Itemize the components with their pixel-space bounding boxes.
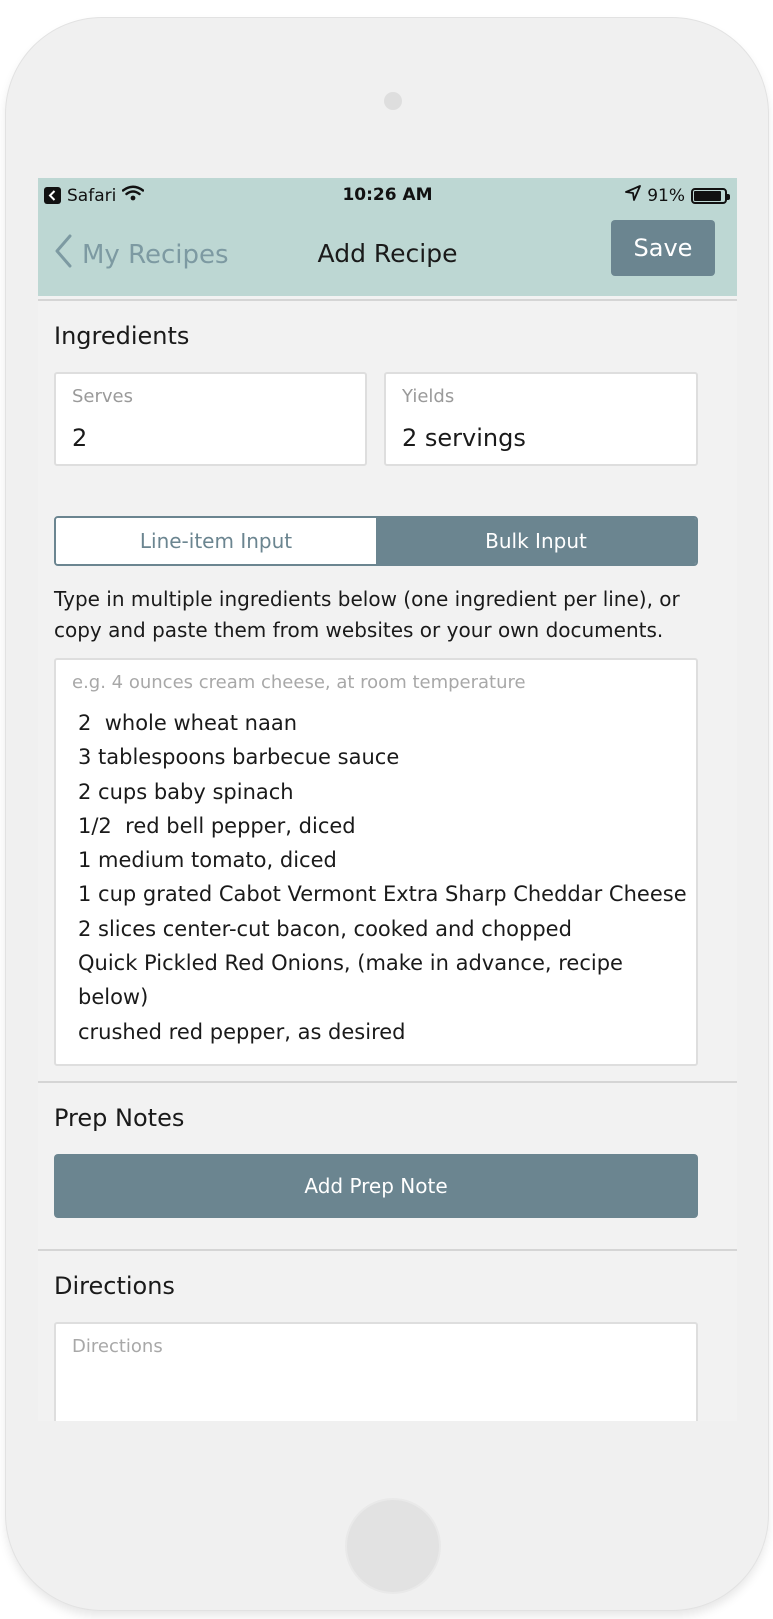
directions-textarea[interactable]: Directions xyxy=(54,1322,698,1421)
ingredient-line: 1/2 red bell pepper, diced xyxy=(78,813,356,838)
tab-bulk-input[interactable]: Bulk Input xyxy=(376,518,696,564)
save-button[interactable]: Save xyxy=(611,220,715,276)
battery-fill xyxy=(694,190,722,201)
ingredient-line: 1 cup grated Cabot Vermont Extra Sharp C… xyxy=(78,882,687,907)
add-prep-note-button[interactable]: Add Prep Note xyxy=(54,1154,698,1218)
section-divider xyxy=(38,299,737,301)
tab-line-item-input[interactable]: Line-item Input xyxy=(56,518,376,564)
ingredient-line: 3 tablespoons barbecue sauce xyxy=(78,745,400,770)
ingredient-line: 2 whole wheat naan xyxy=(78,711,298,735)
input-mode-toggle: Line-item Input Bulk Input xyxy=(54,516,698,566)
nav-bar: My Recipes Add Recipe Save xyxy=(38,214,737,296)
directions-title: Directions xyxy=(54,1272,175,1300)
status-bar: Safari 10:26 AM 91% xyxy=(38,178,737,214)
serves-field[interactable]: Serves 2 xyxy=(54,372,367,466)
ingredient-line: 2 cups baby spinach xyxy=(78,779,294,804)
bulk-help-text: Type in multiple ingredients below (one … xyxy=(54,587,680,642)
bulk-placeholder: e.g. 4 ounces cream cheese, at room temp… xyxy=(72,672,526,693)
yields-label: Yields xyxy=(402,386,455,407)
ingredient-line: 2 slices center-cut bacon, cooked and ch… xyxy=(78,916,572,941)
ingredient-line: crushed red pepper, as desired xyxy=(78,1019,406,1044)
location-arrow-icon xyxy=(625,185,642,206)
prep-notes-title: Prep Notes xyxy=(54,1104,185,1132)
home-button[interactable] xyxy=(345,1498,441,1594)
header-bar: Safari 10:26 AM 91% My Recipes Add Recip… xyxy=(38,178,737,296)
ingredient-line: Quick Pickled Red Onions, (make in advan… xyxy=(78,951,623,1010)
directions-placeholder: Directions xyxy=(72,1336,163,1357)
camera-dot xyxy=(384,92,402,110)
serves-label: Serves xyxy=(72,386,134,407)
ingredient-lines: 2 whole wheat naan 3 tablespoons barbecu… xyxy=(78,706,688,1049)
ingredients-title: Ingredients xyxy=(54,322,190,350)
bulk-ingredients-textarea[interactable]: e.g. 4 ounces cream cheese, at room temp… xyxy=(54,658,698,1066)
section-divider xyxy=(38,1081,737,1083)
battery-icon xyxy=(691,187,730,204)
yields-field[interactable]: Yields 2 servings xyxy=(384,372,698,466)
status-right: 91% xyxy=(625,185,730,206)
ingredient-line: 1 medium tomato, diced xyxy=(78,848,337,873)
app-screen: Safari 10:26 AM 91% My Recipes Add Recip… xyxy=(38,178,737,1421)
battery-percent: 91% xyxy=(647,185,685,206)
section-divider xyxy=(38,1249,737,1251)
serves-value[interactable]: 2 xyxy=(72,424,87,452)
yields-value[interactable]: 2 servings xyxy=(402,424,526,452)
